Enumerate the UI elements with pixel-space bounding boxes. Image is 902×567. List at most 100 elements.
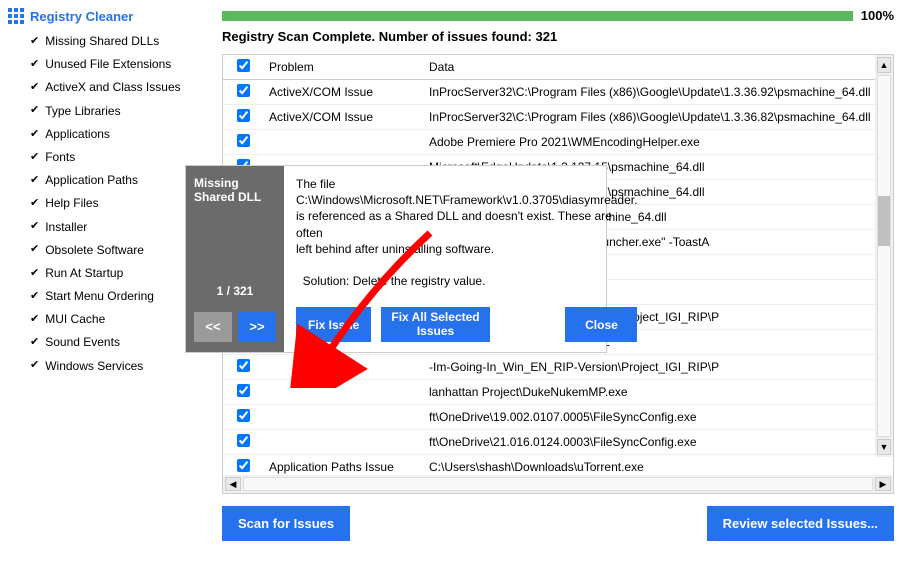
- sidebar-item-label: Run At Startup: [45, 264, 123, 283]
- sidebar-item[interactable]: ✔ Application Paths: [8, 169, 214, 192]
- fix-issue-button[interactable]: Fix Issue: [296, 307, 371, 341]
- row-checkbox[interactable]: [237, 134, 250, 147]
- row-checkbox[interactable]: [237, 409, 250, 422]
- table-row[interactable]: -Im-Going-In_Win_EN_RIP-Version\Project_…: [223, 355, 893, 380]
- popup-counter: 1 / 321: [217, 284, 254, 298]
- row-checkbox[interactable]: [237, 359, 250, 372]
- select-all-checkbox[interactable]: [237, 59, 250, 72]
- fix-all-line2: Issues: [417, 324, 454, 338]
- sidebar-item-label: Application Paths: [45, 171, 138, 190]
- prev-issue-button[interactable]: <<: [194, 312, 232, 342]
- sidebar-item[interactable]: ✔ Type Libraries: [8, 100, 214, 123]
- col-data[interactable]: Data: [423, 55, 893, 80]
- sidebar-item[interactable]: ✔ MUI Cache: [8, 308, 214, 331]
- row-checkbox[interactable]: [237, 109, 250, 122]
- cell-data: ft\OneDrive\19.002.0107.0005\FileSyncCon…: [423, 405, 893, 430]
- sidebar-item-label: Type Libraries: [45, 102, 120, 121]
- cell-problem: Application Paths Issue: [263, 455, 423, 476]
- sidebar-item-label: Missing Shared DLLs: [45, 32, 159, 51]
- table-row[interactable]: ft\OneDrive\21.016.0124.0003\FileSyncCon…: [223, 430, 893, 455]
- table-row[interactable]: lanhattan Project\DukeNukemMP.exe: [223, 380, 893, 405]
- horizontal-scrollbar[interactable]: ◀ ▶: [223, 475, 893, 493]
- check-icon: ✔: [30, 102, 39, 120]
- sidebar-item[interactable]: ✔ Fonts: [8, 146, 214, 169]
- sidebar-item[interactable]: ✔ Help Files: [8, 192, 214, 215]
- review-button[interactable]: Review selected Issues...: [707, 506, 894, 541]
- cell-data: lanhattan Project\DukeNukemMP.exe: [423, 380, 893, 405]
- check-icon: ✔: [30, 33, 39, 51]
- cell-problem: ActiveX/COM Issue: [263, 80, 423, 105]
- check-icon: ✔: [30, 334, 39, 352]
- cell-problem: [263, 380, 423, 405]
- vertical-scrollbar[interactable]: ▲ ▼: [875, 55, 893, 457]
- row-checkbox[interactable]: [237, 84, 250, 97]
- table-row[interactable]: ActiveX/COM IssueInProcServer32\C:\Progr…: [223, 105, 893, 130]
- row-checkbox[interactable]: [237, 434, 250, 447]
- sidebar-title-text: Registry Cleaner: [30, 9, 133, 24]
- cell-problem: [263, 405, 423, 430]
- sidebar-item-label: Help Files: [45, 194, 98, 213]
- close-popup-button[interactable]: Close: [565, 307, 637, 341]
- check-icon: ✔: [30, 311, 39, 329]
- check-icon: ✔: [30, 149, 39, 167]
- next-issue-button[interactable]: >>: [238, 312, 276, 342]
- check-icon: ✔: [30, 56, 39, 74]
- cell-data: ft\OneDrive\21.016.0124.0003\FileSyncCon…: [423, 430, 893, 455]
- check-icon: ✔: [30, 126, 39, 144]
- check-icon: ✔: [30, 218, 39, 236]
- progress-bar: [222, 11, 853, 21]
- sidebar-item-label: Fonts: [45, 148, 75, 167]
- sidebar-item[interactable]: ✔Run At Startup: [8, 262, 214, 285]
- scan-button[interactable]: Scan for Issues: [222, 506, 350, 541]
- sidebar-item[interactable]: ✔ActiveX and Class Issues: [8, 76, 214, 99]
- table-row[interactable]: ActiveX/COM IssueInProcServer32\C:\Progr…: [223, 80, 893, 105]
- cell-problem: ActiveX/COM Issue: [263, 105, 423, 130]
- scroll-left-icon[interactable]: ◀: [225, 477, 241, 491]
- sidebar-item-label: MUI Cache: [45, 310, 105, 329]
- sidebar-item-label: Obsolete Software: [45, 241, 144, 260]
- table-row[interactable]: Adobe Premiere Pro 2021\WMEncodingHelper…: [223, 130, 893, 155]
- col-problem[interactable]: Problem: [263, 55, 423, 80]
- check-icon: ✔: [30, 288, 39, 306]
- sidebar-item[interactable]: ✔ Unused File Extensions: [8, 53, 214, 76]
- sidebar-item-label: Start Menu Ordering: [45, 287, 154, 306]
- table-row[interactable]: Application Paths IssueC:\Users\shash\Do…: [223, 455, 893, 476]
- table-row[interactable]: ft\OneDrive\19.002.0107.0005\FileSyncCon…: [223, 405, 893, 430]
- sidebar-item-label: Installer: [45, 218, 87, 237]
- sidebar-item-label: Unused File Extensions: [45, 55, 171, 74]
- row-checkbox[interactable]: [237, 384, 250, 397]
- check-icon: ✔: [30, 357, 39, 375]
- check-icon: ✔: [30, 195, 39, 213]
- cell-data: InProcServer32\C:\Program Files (x86)\Go…: [423, 80, 893, 105]
- check-icon: ✔: [30, 172, 39, 190]
- scroll-right-icon[interactable]: ▶: [875, 477, 891, 491]
- sidebar-item-label: Applications: [45, 125, 110, 144]
- cell-problem: [263, 355, 423, 380]
- hscroll-track[interactable]: [243, 477, 873, 491]
- cell-data: Adobe Premiere Pro 2021\WMEncodingHelper…: [423, 130, 893, 155]
- grid-icon: [8, 8, 24, 24]
- fix-all-line1: Fix All Selected: [391, 310, 479, 324]
- sidebar-item[interactable]: ✔ Installer: [8, 216, 214, 239]
- scroll-track[interactable]: [877, 75, 891, 437]
- cell-data: C:\Users\shash\Downloads\uTorrent.exe: [423, 455, 893, 476]
- fix-all-button[interactable]: Fix All Selected Issues: [381, 307, 489, 341]
- sidebar-item[interactable]: ✔ Missing Shared DLLs: [8, 30, 214, 53]
- check-icon: ✔: [30, 241, 39, 259]
- scroll-thumb[interactable]: [878, 196, 890, 246]
- sidebar-item[interactable]: ✔ Obsolete Software: [8, 239, 214, 262]
- check-icon: ✔: [30, 79, 39, 97]
- sidebar-item[interactable]: ✔ Applications: [8, 123, 214, 146]
- sidebar-item-label: Sound Events: [45, 333, 120, 352]
- row-checkbox[interactable]: [237, 459, 250, 472]
- issue-detail-popup: Missing Shared DLL 1 / 321 << >> The fil…: [186, 166, 606, 352]
- sidebar-item[interactable]: ✔ Start Menu Ordering: [8, 285, 214, 308]
- progress-percent: 100%: [861, 8, 894, 23]
- scroll-up-icon[interactable]: ▲: [877, 57, 891, 73]
- scroll-down-icon[interactable]: ▼: [877, 439, 891, 455]
- sidebar-title[interactable]: Registry Cleaner: [8, 8, 214, 24]
- sidebar-item[interactable]: ✔ Sound Events: [8, 331, 214, 354]
- sidebar-item[interactable]: ✔Windows Services: [8, 355, 214, 378]
- sidebar: Registry Cleaner ✔ Missing Shared DLLs ✔ Un…: [0, 0, 214, 567]
- cell-data: InProcServer32\C:\Program Files (x86)\Go…: [423, 105, 893, 130]
